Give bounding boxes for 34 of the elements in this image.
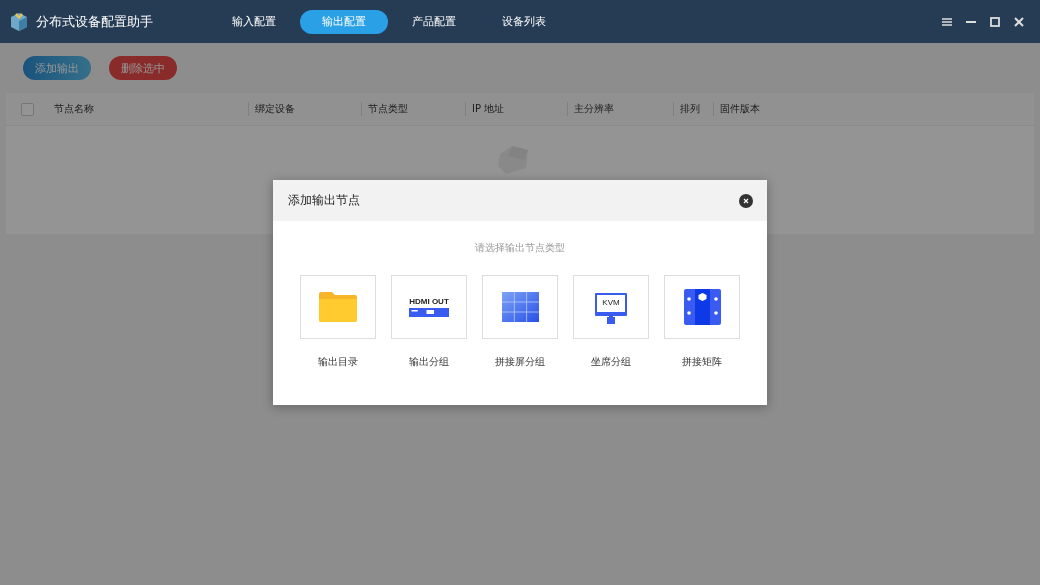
column-header: 节点类型 [368,103,408,114]
node-type-label: 拼接屏分组 [495,355,545,369]
close-icon [743,197,749,204]
close-icon[interactable] [1014,16,1024,27]
column-header: 绑定设备 [255,103,295,114]
nav-tab[interactable]: 输入配置 [210,9,298,34]
node-type-label: 输出分组 [409,355,449,369]
folder-icon [319,292,357,322]
node-type-card[interactable] [300,275,376,339]
column-header: 排列 [680,103,700,114]
node-type-card[interactable]: KVM [573,275,649,339]
menu-icon[interactable] [942,17,952,26]
dialog-title: 添加输出节点 [288,192,360,209]
column-header: 节点名称 [54,103,94,114]
dialog-hint: 请选择输出节点类型 [475,241,565,255]
cube-logo-icon [10,11,28,32]
matrix-icon [683,289,721,325]
maximize-icon[interactable] [990,16,1000,27]
node-type-card[interactable] [482,275,558,339]
video-wall-icon [501,292,539,322]
select-all-checkbox[interactable] [20,102,34,116]
column-header: 固件版本 [720,103,760,114]
minimize-icon[interactable] [966,20,976,23]
column-header: IP 地址 [472,103,505,114]
node-type-card[interactable]: HDMI OUT [391,275,467,339]
node-type-label: 输出目录 [318,355,358,369]
node-type-label: 拼接矩阵 [682,355,722,369]
column-header: 主分辨率 [574,103,614,114]
node-type-label: 坐席分组 [591,355,631,369]
nav-tab[interactable]: 设备列表 [480,9,568,34]
node-type-card[interactable] [664,275,740,339]
close-button[interactable] [739,193,753,208]
app-title: 分布式设备配置助手 [36,12,153,31]
nav-tab[interactable]: 产品配置 [390,9,478,34]
